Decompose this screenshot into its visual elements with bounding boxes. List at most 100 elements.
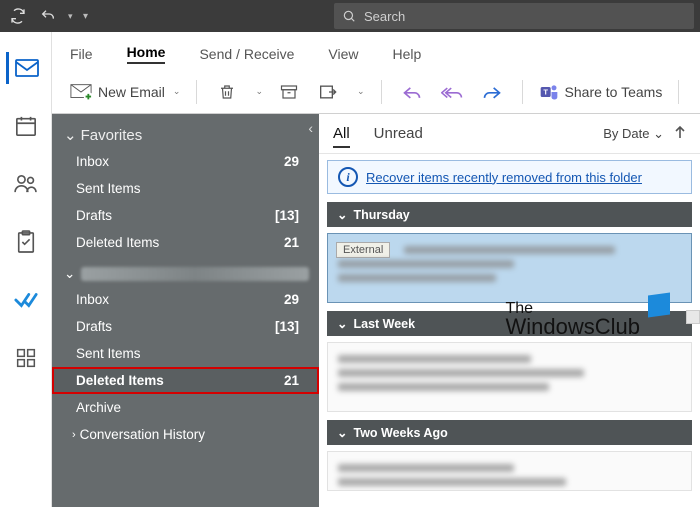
- folder-count: 29: [284, 154, 299, 169]
- chevron-down-icon: ⌄: [64, 266, 75, 282]
- fav-sent-items[interactable]: Sent Items: [52, 175, 319, 202]
- chevron-down-icon: ⌄: [64, 126, 77, 144]
- folder-label: Sent Items: [76, 346, 141, 361]
- share-to-teams-label: Share to Teams: [565, 84, 663, 100]
- favorites-header[interactable]: ⌄ Favorites: [52, 114, 319, 148]
- undo-icon[interactable]: [36, 4, 60, 28]
- rail-mail[interactable]: [6, 52, 42, 84]
- folder-count: 21: [284, 373, 299, 388]
- acct-drafts[interactable]: Drafts [13]: [52, 313, 319, 340]
- teams-icon: T: [539, 82, 559, 102]
- rail-tasks-clipboard[interactable]: [8, 226, 44, 258]
- share-to-teams-button[interactable]: T Share to Teams: [539, 82, 663, 102]
- quick-access-toolbar: ▾ ▾: [6, 4, 93, 28]
- archive-button[interactable]: [275, 78, 303, 106]
- acct-archive[interactable]: Archive: [52, 394, 319, 421]
- folder-pane: ‹ ⌄ Favorites Inbox 29 Sent Items Drafts…: [52, 114, 319, 507]
- message-item[interactable]: External: [327, 233, 692, 303]
- filter-all[interactable]: All: [333, 125, 350, 148]
- ribbon-actions: New Email ⌄ ⌄ ⌄ T Share to Teams: [0, 70, 700, 114]
- separator: [196, 80, 197, 104]
- account-name-redacted: [81, 267, 309, 281]
- sort-label: By Date: [603, 126, 649, 141]
- group-label: Two Weeks Ago: [353, 426, 447, 440]
- sort-by-date[interactable]: By Date ⌄: [603, 126, 664, 142]
- tab-help[interactable]: Help: [393, 46, 422, 62]
- filter-bar: All Unread By Date ⌄: [319, 114, 700, 154]
- group-last-week[interactable]: ⌄ Last Week: [327, 311, 692, 336]
- group-label: Last Week: [353, 317, 415, 331]
- acct-deleted-items[interactable]: Deleted Items 21: [52, 367, 319, 394]
- main-area: ‹ ⌄ Favorites Inbox 29 Sent Items Drafts…: [52, 114, 700, 507]
- acct-sent-items[interactable]: Sent Items: [52, 340, 319, 367]
- ribbon-tabs: File Home Send / Receive View Help: [0, 32, 700, 70]
- move-icon: [319, 83, 339, 101]
- rail-todo[interactable]: [8, 284, 44, 316]
- sync-icon[interactable]: [6, 4, 30, 28]
- new-email-button[interactable]: New Email ⌄: [70, 83, 180, 101]
- new-email-label: New Email: [98, 84, 165, 100]
- fav-drafts[interactable]: Drafts [13]: [52, 202, 319, 229]
- qat-customize-icon[interactable]: ▾: [79, 4, 93, 28]
- folder-label: Inbox: [76, 154, 109, 169]
- group-label: Thursday: [353, 208, 409, 222]
- folder-label: Conversation History: [80, 427, 205, 442]
- rail-people[interactable]: [8, 168, 44, 200]
- message-item[interactable]: [327, 342, 692, 412]
- rail-calendar[interactable]: [8, 110, 44, 142]
- folder-label: Inbox: [76, 292, 109, 307]
- trash-icon: [218, 83, 236, 101]
- archive-icon: [280, 84, 298, 100]
- rail-more-apps[interactable]: [8, 342, 44, 374]
- message-item[interactable]: [327, 451, 692, 491]
- filter-unread[interactable]: Unread: [374, 125, 423, 142]
- acct-conversation-history[interactable]: › Conversation History: [52, 421, 319, 448]
- account-header[interactable]: ⌄: [52, 256, 319, 286]
- favorites-label: Favorites: [81, 127, 143, 144]
- reply-all-button[interactable]: [438, 78, 466, 106]
- move-button[interactable]: [315, 78, 343, 106]
- delete-button[interactable]: [213, 78, 241, 106]
- tab-file[interactable]: File: [70, 46, 93, 62]
- separator: [678, 80, 679, 104]
- folder-label: Drafts: [76, 319, 112, 334]
- recover-items-link[interactable]: Recover items recently removed from this…: [366, 170, 642, 185]
- search-box[interactable]: [334, 3, 694, 29]
- info-icon: i: [338, 167, 358, 187]
- collapse-folder-pane-icon[interactable]: ‹: [308, 120, 313, 136]
- chevron-down-icon: ⌄: [337, 207, 347, 222]
- move-dropdown-icon[interactable]: ⌄: [357, 86, 365, 97]
- undo-dropdown-icon[interactable]: ▾: [68, 11, 73, 22]
- folder-label: Archive: [76, 400, 121, 415]
- tab-send-receive[interactable]: Send / Receive: [199, 46, 294, 62]
- reply-button[interactable]: [398, 78, 426, 106]
- folder-label: Deleted Items: [76, 235, 159, 250]
- tab-home[interactable]: Home: [127, 44, 166, 64]
- navigation-rail: [0, 32, 52, 507]
- search-input[interactable]: [364, 9, 686, 24]
- fav-inbox[interactable]: Inbox 29: [52, 148, 319, 175]
- chevron-right-icon: ›: [72, 429, 76, 441]
- message-preview-redacted: [334, 240, 685, 296]
- separator: [522, 80, 523, 104]
- folder-label: Deleted Items: [76, 373, 164, 388]
- sort-direction-button[interactable]: [674, 125, 686, 142]
- acct-inbox[interactable]: Inbox 29: [52, 286, 319, 313]
- fav-deleted-items[interactable]: Deleted Items 21: [52, 229, 319, 256]
- reply-all-icon: [441, 84, 463, 100]
- group-two-weeks-ago[interactable]: ⌄ Two Weeks Ago: [327, 420, 692, 445]
- delete-dropdown-icon[interactable]: ⌄: [255, 86, 263, 97]
- scrollbar-button[interactable]: [686, 310, 700, 324]
- forward-button[interactable]: [478, 78, 506, 106]
- search-icon: [342, 9, 356, 23]
- message-preview-redacted: [334, 349, 685, 405]
- folder-count: 29: [284, 292, 299, 307]
- message-preview-redacted: [334, 458, 685, 484]
- group-thursday[interactable]: ⌄ Thursday: [327, 202, 692, 227]
- folder-count: [13]: [275, 319, 299, 334]
- svg-text:T: T: [543, 87, 548, 96]
- separator: [381, 80, 382, 104]
- tab-view[interactable]: View: [328, 46, 358, 62]
- new-email-dropdown-icon[interactable]: ⌄: [173, 86, 181, 97]
- chevron-down-icon: ⌄: [337, 316, 347, 331]
